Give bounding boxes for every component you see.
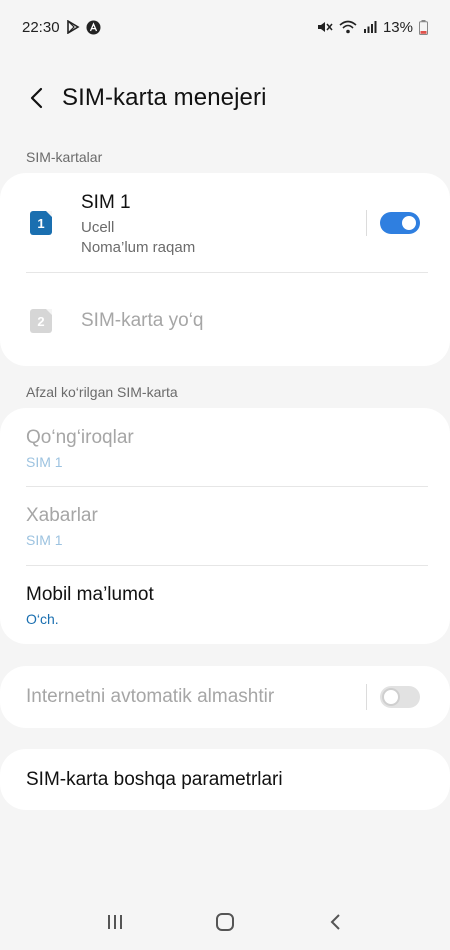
recent-apps-button[interactable] (95, 902, 135, 942)
auto-switch-card: Internetni avtomatik almashtir (0, 666, 450, 728)
messages-value: SIM 1 (26, 532, 63, 548)
section-label-preferred-sim: Afzal ko‘rilgan SIM-karta (26, 384, 178, 400)
toggle-separator (366, 210, 367, 236)
home-button[interactable] (205, 902, 245, 942)
sim1-badge-icon: 1 (30, 211, 52, 235)
page-title: SIM-karta menejeri (62, 84, 267, 111)
sim1-name: SIM 1 (81, 192, 131, 213)
toggle-separator (366, 684, 367, 710)
play-store-icon (66, 20, 80, 34)
wifi-icon (339, 20, 357, 34)
more-settings-card[interactable]: SIM-karta boshqa parametrlari (0, 749, 450, 810)
sim2-label: SIM-karta yo‘q (81, 310, 204, 331)
status-left: 22:30 (22, 19, 101, 36)
back-nav-button[interactable] (315, 902, 355, 942)
auto-switch-toggle[interactable] (380, 686, 420, 708)
toggle-knob (382, 688, 400, 706)
mute-icon (317, 20, 333, 34)
sim2-badge-icon: 2 (30, 309, 52, 333)
back-button[interactable] (22, 82, 50, 114)
status-time: 22:30 (22, 18, 60, 36)
status-bar: 22:30 13% (0, 0, 450, 54)
sim2-row: 2 SIM-karta yo‘q (0, 273, 450, 366)
navigation-bar (0, 894, 450, 950)
section-label-sim-cards: SIM-kartalar (26, 149, 103, 165)
back-nav-icon (330, 914, 340, 930)
sim1-toggle[interactable] (380, 212, 420, 234)
sim1-number: Noma’lum raqam (81, 239, 196, 256)
battery-icon (419, 19, 428, 35)
calls-label: Qo‘ng‘iroqlar (26, 427, 134, 448)
messages-label: Xabarlar (26, 505, 98, 526)
app-header: SIM-karta menejeri (0, 78, 450, 118)
messages-row: Xabarlar SIM 1 (0, 487, 450, 565)
calls-value: SIM 1 (26, 454, 63, 470)
preferred-sim-card: Qo‘ng‘iroqlar SIM 1 Xabarlar SIM 1 Mobil… (0, 408, 450, 644)
sim1-carrier: Ucell (81, 219, 115, 236)
mobile-data-row[interactable]: Mobil ma’lumot O‘ch. (0, 566, 450, 644)
home-icon (216, 913, 234, 931)
back-arrow-icon (30, 87, 43, 109)
sim-cards-card: 1 SIM 1 Ucell Noma’lum raqam 2 SIM-karta… (0, 173, 450, 366)
mobile-data-value: O‘ch. (26, 611, 59, 627)
calls-row: Qo‘ng‘iroqlar SIM 1 (0, 408, 450, 486)
mobile-data-label: Mobil ma’lumot (26, 584, 154, 605)
recent-apps-icon (108, 915, 122, 929)
sim1-row[interactable]: 1 SIM 1 Ucell Noma’lum raqam (0, 173, 360, 273)
auto-switch-label: Internetni avtomatik almashtir (26, 686, 275, 707)
app-notification-icon (86, 20, 101, 35)
toggle-knob (400, 214, 418, 232)
battery-percent: 13% (382, 18, 413, 36)
status-right: 13% (317, 19, 428, 36)
signal-icon (363, 20, 377, 34)
more-settings-label: SIM-karta boshqa parametrlari (26, 769, 283, 790)
